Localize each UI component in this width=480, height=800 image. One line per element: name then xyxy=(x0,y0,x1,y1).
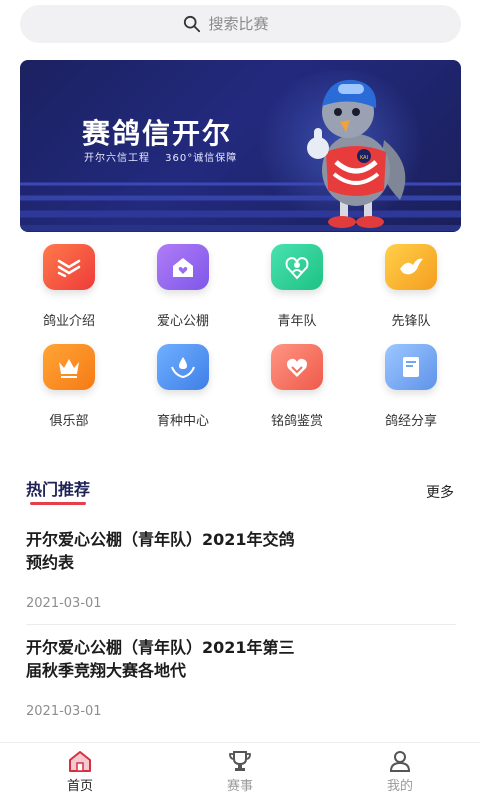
category-item-vanguard-team[interactable]: 先锋队 xyxy=(354,244,468,344)
user-icon xyxy=(389,751,411,772)
category-item-experience-share[interactable]: 鸽经分享 xyxy=(354,344,468,444)
crown-icon xyxy=(43,344,95,390)
tab-profile[interactable]: 我的 xyxy=(320,743,480,800)
category-label: 铭鸽鉴赏 xyxy=(270,414,323,429)
news-title: 开尔爱心公棚（青年队）2021年第三届秋季竞翔大赛各地代 xyxy=(26,638,295,680)
category-label: 鸽业介绍 xyxy=(42,314,95,329)
promo-banner[interactable]: 赛鸽信开尔 开尔六信工程 360°诚信保障 KAI xyxy=(20,60,461,232)
section-underline xyxy=(30,502,86,505)
more-link[interactable]: 更多 xyxy=(426,482,454,502)
book-icon xyxy=(385,344,437,390)
category-row: 鸽业介绍 爱心公棚 青年队 先锋队 xyxy=(12,244,468,344)
category-label: 爱心公棚 xyxy=(156,314,209,329)
section-header: 热门推荐 更多 xyxy=(26,476,456,508)
category-label: 俱乐部 xyxy=(49,414,89,429)
trophy-icon xyxy=(229,751,251,771)
tab-label: 首页 xyxy=(66,779,93,794)
heart-person-icon xyxy=(271,244,323,290)
search-container xyxy=(20,5,461,43)
banner-subtitle: 开尔六信工程 360°诚信保障 xyxy=(84,153,238,164)
search-input[interactable] xyxy=(208,15,299,33)
category-label: 育种中心 xyxy=(156,414,209,429)
news-item[interactable]: 开尔爱心公棚（青年队）2021年第三届秋季竞翔大赛各地代 2021-03-01 xyxy=(26,636,456,724)
category-item-youth-team[interactable]: 青年队 xyxy=(240,244,354,344)
category-item-love-loft[interactable]: 爱心公棚 xyxy=(126,244,240,344)
category-item-pigeon-appreciation[interactable]: 铭鸽鉴赏 xyxy=(240,344,354,444)
bird-icon xyxy=(385,244,437,290)
category-label: 鸽经分享 xyxy=(384,414,437,429)
banner-title: 赛鸽信开尔 xyxy=(82,117,233,150)
heart-tag-icon xyxy=(271,344,323,390)
category-label: 青年队 xyxy=(277,314,317,329)
news-date: 2021-03-01 xyxy=(26,596,102,611)
news-date: 2021-03-01 xyxy=(26,704,102,719)
heart-house-icon xyxy=(157,244,209,290)
wings-logo-icon xyxy=(43,244,95,290)
news-item[interactable]: 开尔爱心公棚（青年队）2021年交鸽预约表 2021-03-01 xyxy=(26,528,456,616)
tab-label: 我的 xyxy=(386,779,413,794)
category-label: 先锋队 xyxy=(391,314,431,329)
category-item-breeding-center[interactable]: 育种中心 xyxy=(126,344,240,444)
tab-label: 赛事 xyxy=(226,779,253,794)
pigeon-mascot-illustration: KAI xyxy=(307,79,406,228)
category-grid: 鸽业介绍 爱心公棚 青年队 先锋队 俱乐部 育种中心 铭鸽鉴赏 鸽经分享 xyxy=(12,244,468,444)
category-row: 俱乐部 育种中心 铭鸽鉴赏 鸽经分享 xyxy=(12,344,468,444)
section-title: 热门推荐 xyxy=(26,480,91,499)
divider xyxy=(26,624,456,625)
news-title: 开尔爱心公棚（青年队）2021年交鸽预约表 xyxy=(26,530,295,572)
bottom-tab-bar: 首页 赛事 我的 xyxy=(0,742,480,800)
category-item-club[interactable]: 俱乐部 xyxy=(12,344,126,444)
tab-home[interactable]: 首页 xyxy=(0,743,160,800)
hands-drop-icon xyxy=(157,344,209,390)
search-icon xyxy=(183,15,200,33)
category-item-pigeon-intro[interactable]: 鸽业介绍 xyxy=(12,244,126,344)
tab-events[interactable]: 赛事 xyxy=(160,743,320,800)
mascot-badge: KAI xyxy=(360,155,368,161)
search-bar[interactable] xyxy=(20,5,461,43)
home-icon xyxy=(69,751,91,772)
